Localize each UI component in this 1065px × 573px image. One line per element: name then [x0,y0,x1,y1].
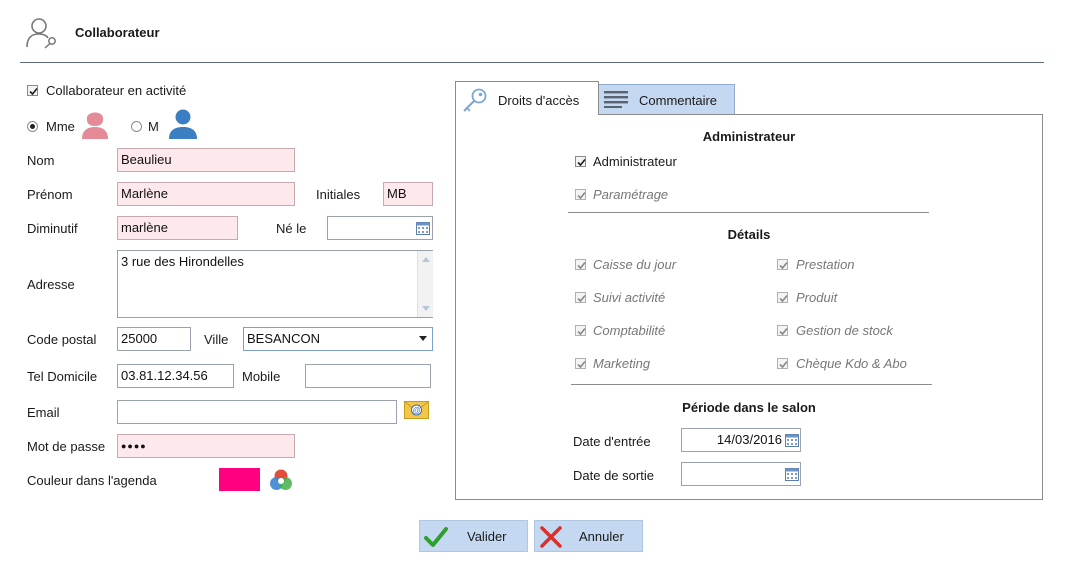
ne-le-label: Né le [276,221,307,236]
detail-checkbox [575,358,586,369]
valider-label: Valider [467,529,507,544]
valider-button[interactable]: Valider [419,520,528,552]
color-swatch[interactable] [219,468,260,491]
lines-icon [604,91,628,108]
cross-icon [540,526,562,548]
tab-droits[interactable]: Droits d'accès [455,81,599,115]
entree-field[interactable]: 14/03/2016 [681,428,801,452]
mobile-field[interactable] [305,364,431,388]
detail-label: Prestation [796,257,855,272]
admin-divider [568,212,929,213]
scroll-up-arrow-icon[interactable] [422,257,430,262]
header-divider [20,62,1044,63]
initiales-field[interactable]: MB [383,182,433,206]
detail-checkbox [575,325,586,336]
email-label: Email [27,405,60,420]
parametrage-checkbox [575,189,586,200]
diminutif-field[interactable]: marlène [117,216,238,240]
calendar-icon[interactable] [416,221,430,235]
sortie-label: Date de sortie [573,468,654,483]
detail-checkbox [777,259,788,270]
details-divider [571,384,932,385]
initiales-label: Initiales [316,187,361,202]
adresse-scrollbar[interactable] [417,251,433,317]
detail-checkbox [777,325,788,336]
calendar-icon[interactable] [785,467,799,481]
tel-field[interactable]: 03.81.12.34.56 [117,364,234,388]
tab-commentaire[interactable]: Commentaire [598,84,735,114]
detail-checkbox [777,292,788,303]
header: Collaborateur [0,0,1065,64]
password-label: Mot de passe [27,439,106,454]
admin-checkbox-label: Administrateur [593,154,677,169]
detail-checkbox [777,358,788,369]
color-picker-icon[interactable] [268,468,294,492]
radio-m-label: M [148,119,159,134]
male-avatar-icon [169,109,197,139]
detail-label: Comptabilité [593,323,666,338]
details-section-title: Détails [727,227,771,242]
female-avatar-icon [82,112,108,139]
admin-checkbox[interactable] [575,156,586,167]
scroll-down-arrow-icon[interactable] [422,306,430,311]
prenom-label: Prénom [27,187,73,202]
user-key-icon [26,18,56,49]
annuler-label: Annuler [579,529,624,544]
tab-droits-label: Droits d'accès [498,93,580,108]
annuler-button[interactable]: Annuler [534,520,643,552]
nom-field[interactable]: Beaulieu [117,148,295,172]
diminutif-label: Diminutif [27,221,78,236]
active-label: Collaborateur en activité [46,83,187,98]
parametrage-label: Paramétrage [593,187,669,202]
ville-dropdown-arrow-icon[interactable] [419,336,427,341]
tel-label: Tel Domicile [27,369,98,384]
period-section-title: Période dans le salon [682,400,816,415]
adresse-field[interactable]: 3 rue des Hirondelles [117,250,433,318]
check-icon [424,527,448,547]
sortie-field[interactable] [681,462,801,486]
radio-m[interactable] [131,121,142,132]
svg-text:@: @ [412,406,420,415]
mobile-label: Mobile [242,369,281,384]
page-title: Collaborateur [75,25,160,40]
tab-commentaire-label: Commentaire [639,93,718,108]
cp-label: Code postal [27,332,97,347]
email-field[interactable] [117,400,397,424]
email-envelope-icon[interactable]: @ [404,401,429,419]
detail-checkbox [575,259,586,270]
detail-label: Caisse du jour [593,257,677,272]
detail-label: Produit [796,290,838,305]
rights-panel: Administrateur Administrateur Paramétrag… [455,114,1043,500]
nom-label: Nom [27,153,55,168]
detail-label: Chèque Kdo & Abo [796,356,907,371]
radio-mme-label: Mme [46,119,75,134]
prenom-field[interactable]: Marlène [117,182,295,206]
ville-label: Ville [204,332,229,347]
active-checkbox[interactable] [27,85,38,96]
entree-label: Date d'entrée [573,434,651,449]
adresse-label: Adresse [27,277,75,292]
radio-mme[interactable] [27,121,38,132]
detail-label: Marketing [593,356,651,371]
detail-checkbox [575,292,586,303]
ville-select[interactable]: BESANCON [243,327,433,351]
detail-label: Gestion de stock [796,323,893,338]
admin-section-title: Administrateur [702,129,796,144]
password-field[interactable]: ●●●● [117,434,295,458]
couleur-label: Couleur dans l'agenda [27,473,157,488]
cp-field[interactable]: 25000 [117,327,191,351]
key-icon [463,88,487,112]
detail-label: Suivi activité [593,290,666,305]
calendar-icon[interactable] [785,433,799,447]
